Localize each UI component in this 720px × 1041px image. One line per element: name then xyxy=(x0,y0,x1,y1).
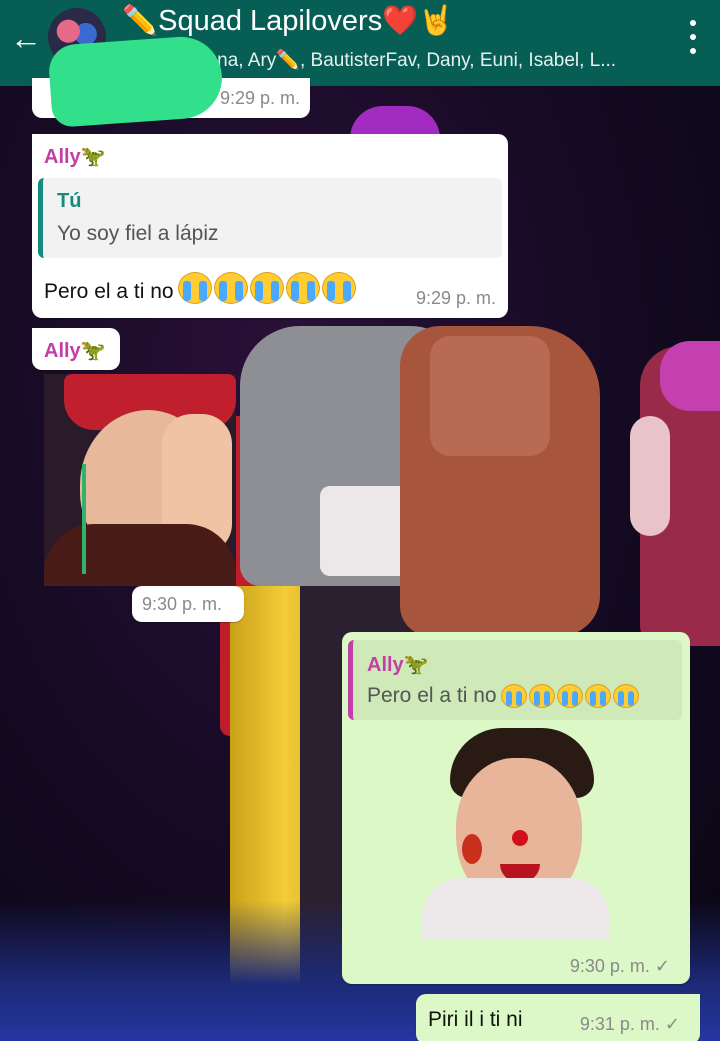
group-members[interactable]: Aly, Ana, Ary✏️, BautisterFav, Dany, Eun… xyxy=(170,48,616,72)
photo-earphone xyxy=(82,464,86,574)
quoted-sender: Ally🦖 xyxy=(367,654,429,676)
message-bubble[interactable]: Ally🦖 Tú Yo soy fiel a lápiz Pero el a t… xyxy=(32,134,508,318)
message-bubble[interactable]: Piri il i ti ni 9:31 p. m. ✓ xyxy=(416,994,700,1041)
message-time-text: 9:30 p. m. xyxy=(569,956,650,976)
group-title[interactable]: ✏️Squad Lapilovers❤️🤘 xyxy=(122,4,454,38)
message-sender: Ally🦖 xyxy=(44,146,106,168)
photo-red-nose xyxy=(512,830,528,846)
message-sender: Ally🦖 xyxy=(44,340,106,362)
quoted-text: Yo soy fiel a lápiz xyxy=(57,222,219,245)
crying-emoji-icon xyxy=(322,272,357,304)
photo-boy-crying[interactable] xyxy=(44,374,236,586)
crying-emoji-icon xyxy=(557,684,584,708)
message-text: Pero el a ti no xyxy=(44,280,174,303)
redaction-mark xyxy=(47,34,225,128)
photo-clown-face[interactable] xyxy=(422,728,610,940)
message-time-text: 9:31 p. m. xyxy=(579,1014,660,1034)
crying-emoji-icon xyxy=(214,272,249,304)
crying-emoji-icon xyxy=(501,684,528,708)
sent-check-icon: ✓ xyxy=(654,956,670,976)
crying-emoji-icon xyxy=(529,684,556,708)
message-time: 9:31 p. m. ✓ xyxy=(580,1014,680,1035)
photo-shirt xyxy=(44,524,236,586)
photo-red-cheek xyxy=(462,834,482,864)
message-time: 9:30 p. m. ✓ xyxy=(570,956,670,977)
message-text-row: Pero el a ti no xyxy=(44,272,357,304)
arrow-left-icon[interactable]: ← xyxy=(10,18,44,58)
crying-emoji-icon xyxy=(250,272,285,304)
crying-emoji-icon xyxy=(286,272,321,304)
message-bubble[interactable]: Ally🦖 xyxy=(32,328,120,370)
message-time-chip: 9:30 p. m. xyxy=(132,586,244,622)
message-text: Piri il i ti ni xyxy=(428,1008,523,1031)
wallpaper-figure xyxy=(630,416,670,536)
quoted-sender: Tú xyxy=(57,190,82,212)
more-vert-icon[interactable] xyxy=(686,20,700,54)
quoted-text: Pero el a ti no xyxy=(367,684,497,707)
quoted-message[interactable]: Ally🦖 Pero el a ti no xyxy=(348,640,682,720)
message-time: 9:29 p. m. xyxy=(219,88,300,108)
wallpaper-figure xyxy=(430,336,550,456)
crying-emoji-group xyxy=(178,272,357,304)
message-bubble[interactable]: Ally🦖 Pero el a ti no 9:30 p. m. ✓ xyxy=(342,632,690,984)
message-time: 9:30 p. m. xyxy=(142,594,223,614)
photo-shirt xyxy=(422,878,610,940)
crying-emoji-group xyxy=(501,684,640,708)
crying-emoji-icon xyxy=(178,272,213,304)
message-time: 9:29 p. m. xyxy=(415,288,496,308)
quoted-message[interactable]: Tú Yo soy fiel a lápiz xyxy=(38,178,502,258)
quoted-text-row: Pero el a ti no xyxy=(367,684,640,708)
wallpaper-figure xyxy=(660,341,720,411)
crying-emoji-icon xyxy=(613,684,640,708)
sent-check-icon: ✓ xyxy=(664,1014,680,1034)
crying-emoji-icon xyxy=(585,684,612,708)
